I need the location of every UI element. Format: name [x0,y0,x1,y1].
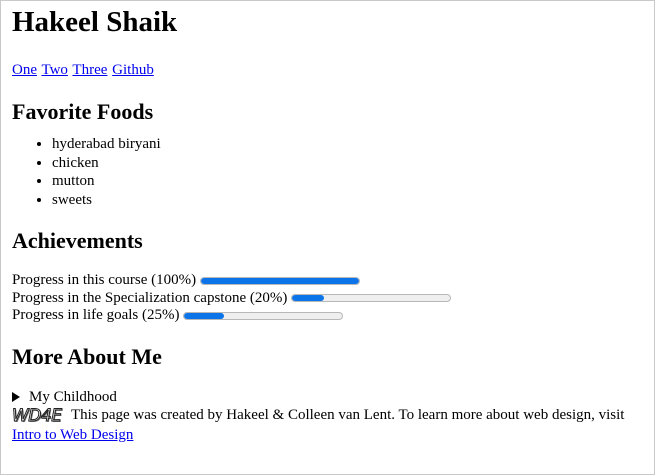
progress-fill [201,277,360,284]
list-item: mutton [52,172,643,191]
details-summary: My Childhood [29,388,117,405]
progress-row: Progress in life goals (25%) [12,307,643,325]
intro-web-design-link[interactable]: Intro to Web Design [12,427,133,443]
list-item: chicken [52,154,643,173]
progress-row: Progress in this course (100%) [12,272,643,290]
page-title: Hakeel Shaik [12,6,178,38]
favorite-foods-heading: Favorite Foods [12,99,154,124]
achievements-list: Progress in this course (100%) Progress … [12,272,643,325]
list-item: sweets [52,191,643,210]
nav-link-two[interactable]: Two [41,62,67,78]
footer: WD4E This page was created by Hakeel & C… [11,405,643,444]
achievements-heading: Achievements [12,228,143,253]
childhood-details-toggle[interactable]: My Childhood [12,388,643,406]
favorite-foods-list: hyderabad biryani chicken mutton sweets [12,135,643,209]
progress-label: Progress in this course (100%) [12,272,197,289]
wd4e-logo: WD4E [11,405,62,426]
progress-label: Progress in life goals (25%) [12,307,180,324]
progress-bar [183,311,344,320]
footer-text: This page was created by Hakeel & Collee… [70,406,625,423]
progress-bar [200,276,361,285]
list-item: hyderabad biryani [52,135,643,154]
nav-link-three[interactable]: Three [72,62,107,78]
page: Hakeel Shaik One Two Three Github Favori… [1,1,654,444]
more-about-me-heading: More About Me [12,343,162,369]
nav-bar: One Two Three Github [12,61,643,79]
disclosure-triangle-icon [12,391,20,402]
progress-label: Progress in the Specialization capstone … [12,289,288,306]
nav-link-github[interactable]: Github [112,62,154,78]
progress-row: Progress in the Specialization capstone … [12,290,643,308]
nav-link-one[interactable]: One [12,62,37,78]
progress-fill [292,295,324,302]
progress-bar [291,294,452,303]
progress-fill [184,312,224,319]
